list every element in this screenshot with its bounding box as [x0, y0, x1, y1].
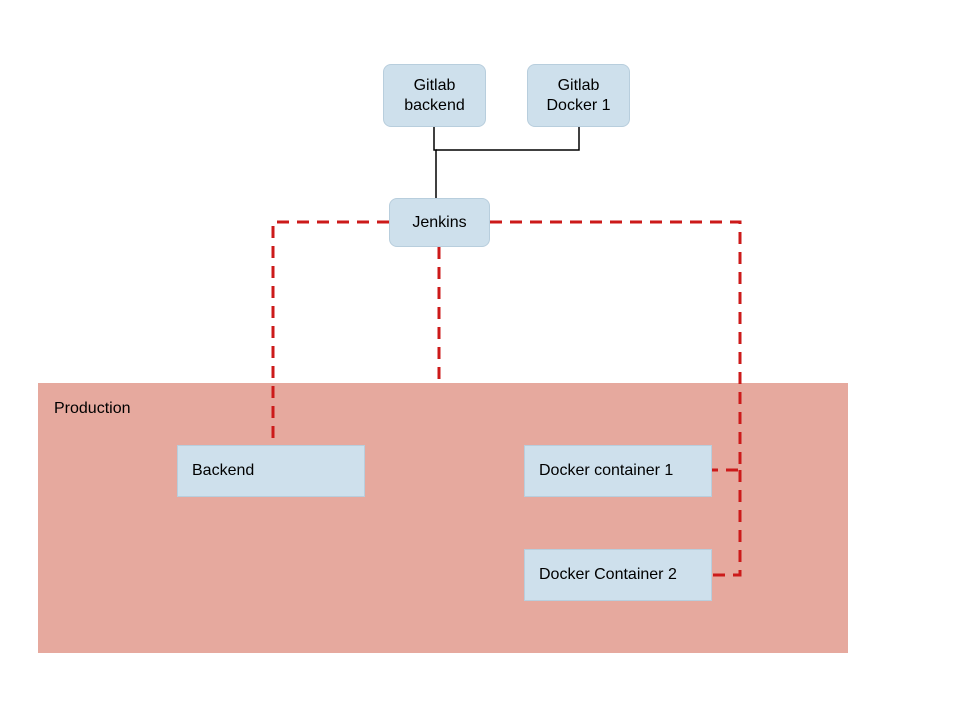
node-docker1: Docker container 1 — [524, 445, 712, 497]
node-jenkins-label: Jenkins — [412, 213, 466, 233]
node-backend: Backend — [177, 445, 365, 497]
node-gitlab-backend-label: Gitlab backend — [390, 76, 479, 116]
node-docker2-label: Docker Container 2 — [539, 565, 677, 585]
node-gitlab-backend: Gitlab backend — [383, 64, 486, 127]
edge-gitlab-docker1-to-jenkins — [436, 127, 579, 150]
node-gitlab-docker1-label: Gitlab Docker 1 — [534, 76, 623, 116]
node-docker2: Docker Container 2 — [524, 549, 712, 601]
production-container — [38, 383, 848, 653]
node-jenkins: Jenkins — [389, 198, 490, 247]
node-backend-label: Backend — [192, 461, 254, 481]
production-label: Production — [54, 400, 131, 418]
diagram-canvas: Production Gitlab backend Gitlab Docker … — [0, 0, 960, 720]
node-docker1-label: Docker container 1 — [539, 461, 673, 481]
edge-gitlab-backend-to-jenkins — [434, 127, 436, 200]
node-gitlab-docker1: Gitlab Docker 1 — [527, 64, 630, 127]
